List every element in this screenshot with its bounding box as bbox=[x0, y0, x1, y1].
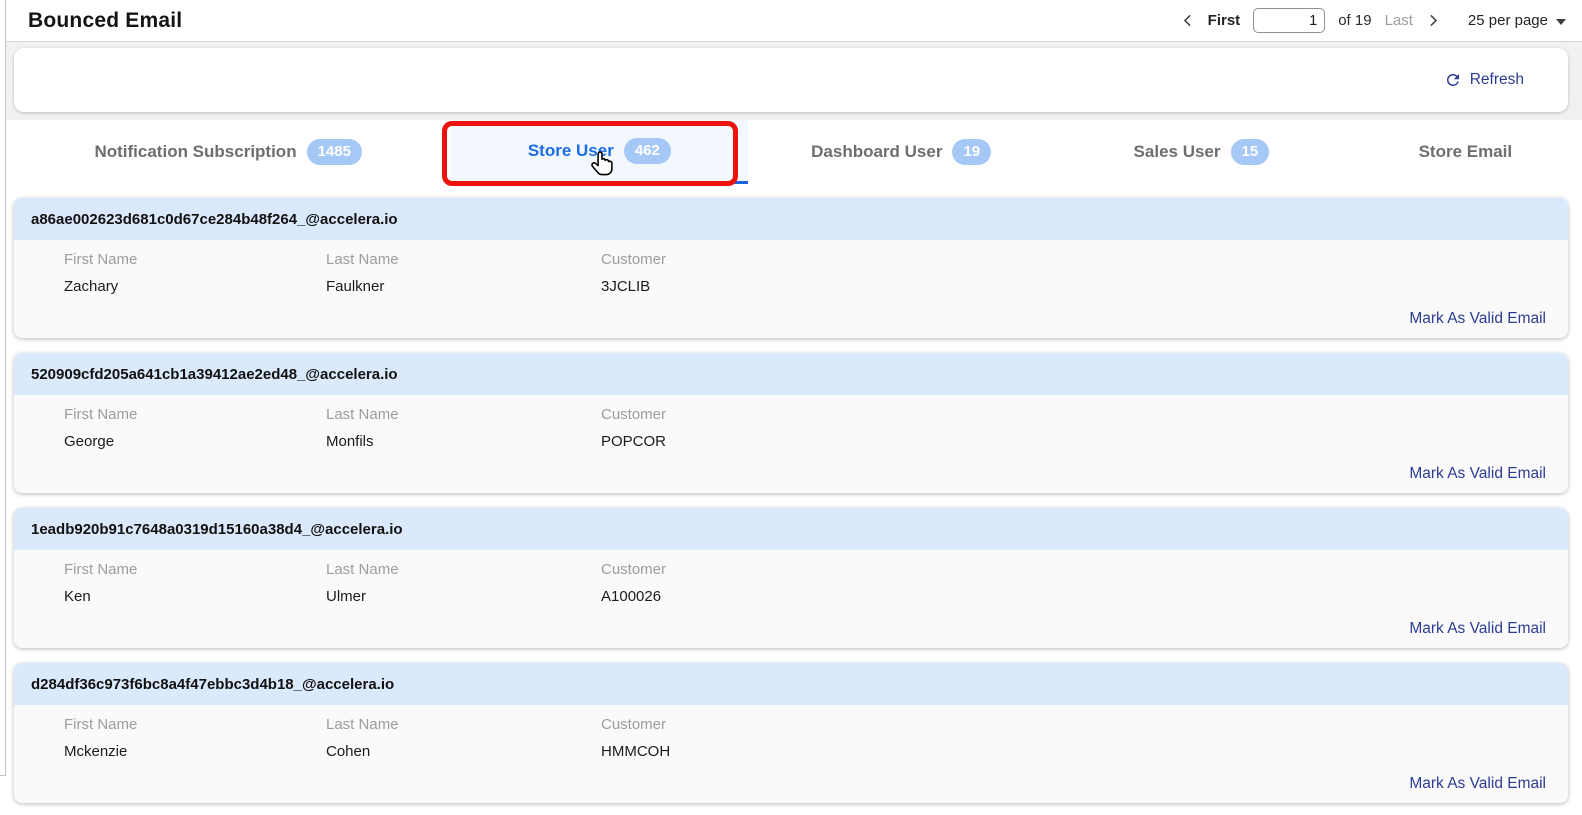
field-value: George bbox=[64, 433, 115, 450]
tab-bar: Notification Subscription 1485 Store Use… bbox=[6, 120, 1582, 193]
field-customer: Customer A100026 bbox=[601, 559, 1568, 607]
tab-sales-user[interactable]: Sales User 15 bbox=[1054, 120, 1349, 184]
card-email-header: a86ae002623d681c0d67ce284b48f264_@accele… bbox=[14, 198, 1568, 240]
card-email-header: d284df36c973f6bc8a4f47ebbc3d4b18_@accele… bbox=[14, 663, 1568, 705]
field-label: First Name bbox=[64, 561, 138, 578]
field-value: HMMCOH bbox=[601, 743, 671, 760]
card-action-row: Mark As Valid Email bbox=[14, 775, 1568, 803]
bounced-email-list: a86ae002623d681c0d67ce284b48f264_@accele… bbox=[0, 193, 1582, 803]
tab-store-user[interactable]: Store User 462 bbox=[450, 120, 749, 184]
field-label: Customer bbox=[601, 716, 667, 733]
tab-label: Sales User bbox=[1133, 142, 1221, 161]
field-value: Monfils bbox=[326, 433, 374, 450]
field-value: POPCOR bbox=[601, 433, 667, 450]
field-value: Faulkner bbox=[326, 278, 385, 295]
content-section: Notification Subscription 1485 Store Use… bbox=[0, 120, 1582, 815]
field-label: Last Name bbox=[326, 561, 399, 578]
page-number-input[interactable] bbox=[1253, 8, 1326, 33]
field-label: First Name bbox=[64, 406, 138, 423]
per-page-label: 25 per page bbox=[1467, 12, 1548, 29]
card-action-row: Mark As Valid Email bbox=[14, 465, 1568, 493]
field-value: Ken bbox=[64, 588, 91, 605]
page-count-label: of 19 bbox=[1338, 12, 1372, 29]
tab-notification-subscription[interactable]: Notification Subscription 1485 bbox=[6, 120, 450, 184]
refresh-icon bbox=[1444, 71, 1462, 89]
refresh-label: Refresh bbox=[1469, 71, 1524, 88]
card-body: First Name George Last Name Monfils Cust… bbox=[14, 395, 1568, 493]
page-title: Bounced Email bbox=[28, 8, 183, 32]
field-label: Last Name bbox=[326, 406, 399, 423]
mark-as-valid-email-link[interactable]: Mark As Valid Email bbox=[1409, 620, 1546, 637]
email-address: 1eadb920b91c7648a0319d15160a38d4_@accele… bbox=[31, 520, 403, 538]
bounced-email-card: 1eadb920b91c7648a0319d15160a38d4_@accele… bbox=[14, 508, 1568, 648]
tab-count-badge: 1485 bbox=[306, 139, 362, 165]
card-email-header: 520909cfd205a641cb1a39412ae2ed48_@accele… bbox=[14, 353, 1568, 395]
card-action-row: Mark As Valid Email bbox=[14, 620, 1568, 648]
caret-down-icon bbox=[1556, 18, 1566, 25]
tab-dashboard-user[interactable]: Dashboard User 19 bbox=[748, 120, 1054, 184]
pagination-controls: First of 19 Last 25 per page bbox=[1180, 8, 1566, 33]
email-address: d284df36c973f6bc8a4f47ebbc3d4b18_@accele… bbox=[31, 675, 395, 693]
field-value: Mckenzie bbox=[64, 743, 128, 760]
field-first-name: First Name Zachary bbox=[64, 249, 326, 297]
field-last-name: Last Name Cohen bbox=[326, 714, 601, 762]
card-email-header: 1eadb920b91c7648a0319d15160a38d4_@accele… bbox=[14, 508, 1568, 550]
field-label: First Name bbox=[64, 251, 138, 268]
tab-label: Notification Subscription bbox=[94, 142, 297, 161]
chevron-left-icon[interactable] bbox=[1180, 13, 1195, 28]
card-fields: First Name George Last Name Monfils Cust… bbox=[14, 404, 1568, 452]
toolbar-band: Refresh bbox=[0, 42, 1582, 120]
field-label: Customer bbox=[601, 561, 667, 578]
field-value: 3JCLIB bbox=[601, 278, 651, 295]
field-last-name: Last Name Ulmer bbox=[326, 559, 601, 607]
tab-store-email[interactable]: Store Email bbox=[1349, 120, 1582, 184]
field-last-name: Last Name Faulkner bbox=[326, 249, 601, 297]
field-label: Customer bbox=[601, 406, 667, 423]
field-label: Customer bbox=[601, 251, 667, 268]
mark-as-valid-email-link[interactable]: Mark As Valid Email bbox=[1409, 465, 1546, 482]
tab-label: Dashboard User bbox=[811, 142, 943, 161]
field-value: Cohen bbox=[326, 743, 371, 760]
card-body: First Name Zachary Last Name Faulkner Cu… bbox=[14, 240, 1568, 338]
field-first-name: First Name Mckenzie bbox=[64, 714, 326, 762]
tab-count-badge: 15 bbox=[1230, 139, 1270, 165]
email-address: a86ae002623d681c0d67ce284b48f264_@accele… bbox=[31, 210, 398, 228]
toolbar-panel: Refresh bbox=[14, 48, 1568, 112]
card-fields: First Name Ken Last Name Ulmer Customer … bbox=[14, 559, 1568, 607]
field-customer: Customer POPCOR bbox=[601, 404, 1568, 452]
field-label: Last Name bbox=[326, 716, 399, 733]
last-page-button[interactable]: Last bbox=[1385, 12, 1413, 29]
card-body: First Name Mckenzie Last Name Cohen Cust… bbox=[14, 705, 1568, 803]
first-page-button[interactable]: First bbox=[1208, 12, 1241, 29]
card-body: First Name Ken Last Name Ulmer Customer … bbox=[14, 550, 1568, 648]
refresh-button[interactable]: Refresh bbox=[1444, 71, 1524, 89]
tab-count-badge: 19 bbox=[952, 139, 992, 165]
mark-as-valid-email-link[interactable]: Mark As Valid Email bbox=[1409, 310, 1546, 327]
field-first-name: First Name George bbox=[64, 404, 326, 452]
field-first-name: First Name Ken bbox=[64, 559, 326, 607]
tab-label: Store User bbox=[527, 140, 614, 160]
card-fields: First Name Mckenzie Last Name Cohen Cust… bbox=[14, 714, 1568, 762]
bounced-email-card: a86ae002623d681c0d67ce284b48f264_@accele… bbox=[14, 198, 1568, 338]
field-value: A100026 bbox=[601, 588, 662, 605]
top-bar: Bounced Email First of 19 Last 25 per pa… bbox=[0, 0, 1582, 42]
tab-label: Store Email bbox=[1418, 142, 1513, 161]
card-fields: First Name Zachary Last Name Faulkner Cu… bbox=[14, 249, 1568, 297]
per-page-dropdown[interactable]: 25 per page bbox=[1468, 12, 1566, 29]
field-value: Zachary bbox=[64, 278, 119, 295]
left-edge-divider bbox=[0, 0, 6, 776]
field-value: Ulmer bbox=[326, 588, 366, 605]
bounced-email-card: d284df36c973f6bc8a4f47ebbc3d4b18_@accele… bbox=[14, 663, 1568, 803]
field-last-name: Last Name Monfils bbox=[326, 404, 601, 452]
field-label: First Name bbox=[64, 716, 138, 733]
email-address: 520909cfd205a641cb1a39412ae2ed48_@accele… bbox=[31, 365, 398, 383]
card-action-row: Mark As Valid Email bbox=[14, 310, 1568, 338]
tab-count-badge: 462 bbox=[623, 137, 671, 164]
field-label: Last Name bbox=[326, 251, 399, 268]
field-customer: Customer 3JCLIB bbox=[601, 249, 1568, 297]
bounced-email-card: 520909cfd205a641cb1a39412ae2ed48_@accele… bbox=[14, 353, 1568, 493]
chevron-right-icon[interactable] bbox=[1426, 13, 1441, 28]
mark-as-valid-email-link[interactable]: Mark As Valid Email bbox=[1409, 775, 1546, 792]
field-customer: Customer HMMCOH bbox=[601, 714, 1568, 762]
